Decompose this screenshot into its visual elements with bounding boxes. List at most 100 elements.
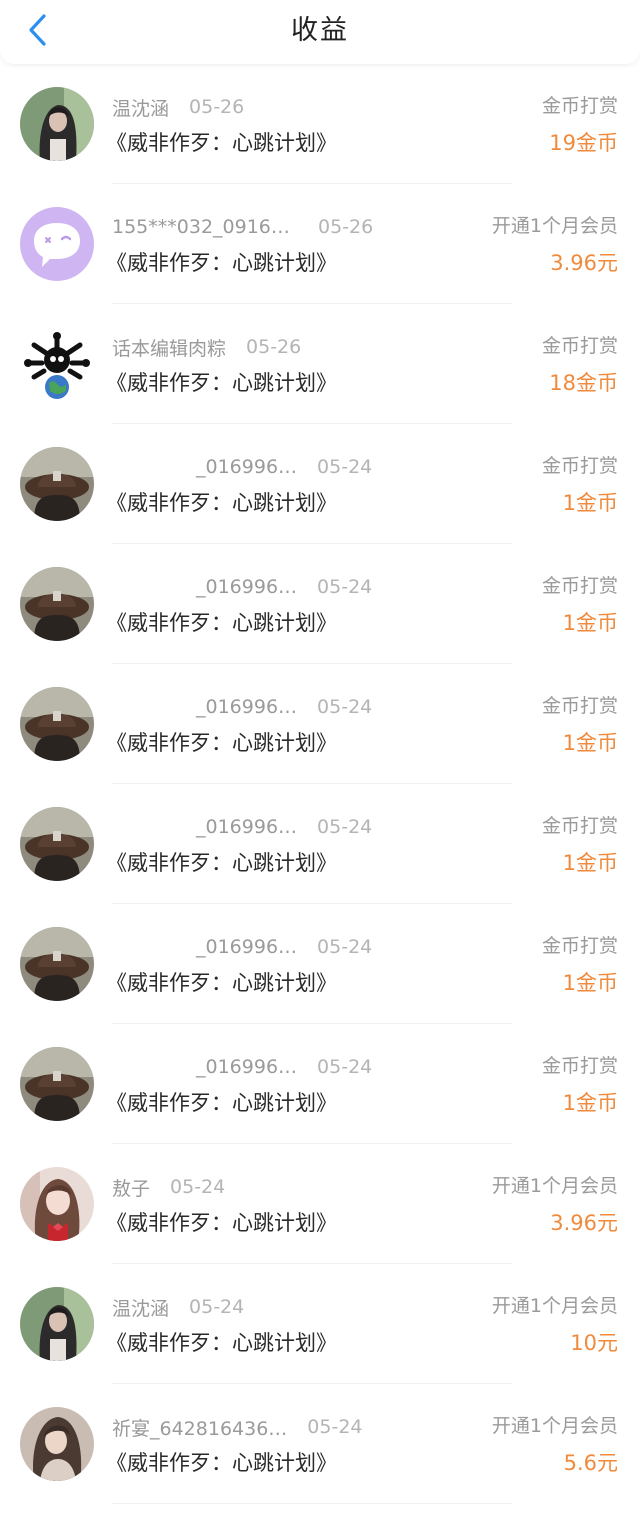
brown-hat-avatar-icon — [20, 447, 94, 521]
income-amount: 1金币 — [562, 731, 618, 755]
user-name[interactable]: 温沈涵 — [112, 1294, 169, 1321]
user-name[interactable]: _016996… — [112, 936, 297, 958]
record-date: 05-24 — [317, 696, 373, 718]
record-date: 05-24 — [317, 456, 373, 478]
spiky-creature-globe-avatar-icon — [20, 327, 94, 401]
income-type: 金币打赏 — [541, 935, 618, 957]
book-title: 《威非作歹：心跳计划》 — [106, 1091, 337, 1115]
record-meta: _016996… 05-24 — [112, 933, 372, 961]
record-meta: 敖子 05-24 — [112, 1173, 225, 1201]
income-type: 金币打赏 — [541, 95, 618, 117]
income-amount: 1金币 — [562, 1091, 618, 1115]
top-nav-bar: 收益 — [0, 0, 640, 64]
user-name[interactable]: 敖子 — [112, 1174, 150, 1201]
user-name[interactable]: _016996… — [112, 816, 297, 838]
book-title: 《威非作歹：心跳计划》 — [106, 1451, 337, 1475]
avatar[interactable] — [20, 87, 94, 161]
chat-bubble-avatar-icon — [20, 207, 94, 281]
user-name[interactable]: _016996… — [112, 696, 297, 718]
avatar[interactable] — [20, 447, 94, 521]
avatar[interactable] — [20, 1407, 94, 1481]
user-name[interactable]: 祈宴_642816436… — [112, 1414, 287, 1441]
record-meta: _016996… 05-24 — [112, 1053, 372, 1081]
earnings-record[interactable]: 温沈涵 05-26 《威非作歹：心跳计划》 金币打赏 19金币 — [0, 64, 640, 184]
income-type: 金币打赏 — [541, 815, 618, 837]
girl-pink-bow-avatar-icon — [20, 1167, 94, 1241]
earnings-record[interactable]: 祈宴_642816436… 05-24 《威非作歹：心跳计划》 开通1个月会员 … — [0, 1384, 640, 1504]
record-meta: 155***032_09166… 05-26 — [112, 213, 373, 241]
book-title: 《威非作歹：心跳计划》 — [106, 131, 337, 155]
earnings-record[interactable]: 敖子 05-24 《威非作歹：心跳计划》 开通1个月会员 3.96元 — [0, 1144, 640, 1264]
earnings-record[interactable]: _016996… 05-24 《威非作歹：心跳计划》 金币打赏 1金币 — [0, 664, 640, 784]
avatar[interactable] — [20, 927, 94, 1001]
book-title: 《威非作歹：心跳计划》 — [106, 1211, 337, 1235]
income-amount: 1金币 — [562, 851, 618, 875]
girl-dark-hair-avatar-icon — [20, 1287, 94, 1361]
user-name[interactable]: 话本编辑肉粽 — [112, 334, 226, 361]
record-date: 05-26 — [246, 336, 302, 358]
record-meta: 话本编辑肉粽 05-26 — [112, 333, 301, 361]
earnings-record[interactable]: 话本编辑肉粽 05-26 《威非作歹：心跳计划》 金币打赏 18金币 — [0, 304, 640, 424]
record-meta: 祈宴_642816436… 05-24 — [112, 1413, 363, 1441]
earnings-list: 温沈涵 05-26 《威非作歹：心跳计划》 金币打赏 19金币 155***03… — [0, 64, 640, 1504]
user-name[interactable]: 155***032_09166… — [112, 216, 298, 238]
avatar[interactable] — [20, 807, 94, 881]
earnings-record[interactable]: _016996… 05-24 《威非作歹：心跳计划》 金币打赏 1金币 — [0, 904, 640, 1024]
book-title: 《威非作歹：心跳计划》 — [106, 371, 337, 395]
girl-long-hair-avatar-icon — [20, 1407, 94, 1481]
income-amount: 3.96元 — [550, 1211, 618, 1235]
book-title: 《威非作歹：心跳计划》 — [106, 1331, 337, 1355]
avatar[interactable] — [20, 567, 94, 641]
income-type: 金币打赏 — [541, 695, 618, 717]
avatar[interactable] — [20, 1167, 94, 1241]
avatar[interactable] — [20, 1287, 94, 1361]
brown-hat-avatar-icon — [20, 687, 94, 761]
user-name[interactable]: _016996… — [112, 1056, 297, 1078]
record-date: 05-24 — [317, 1056, 373, 1078]
book-title: 《威非作歹：心跳计划》 — [106, 971, 337, 995]
record-meta: 温沈涵 05-24 — [112, 1293, 244, 1321]
user-name[interactable]: _016996… — [112, 456, 297, 478]
earnings-record[interactable]: _016996… 05-24 《威非作歹：心跳计划》 金币打赏 1金币 — [0, 1024, 640, 1144]
book-title: 《威非作歹：心跳计划》 — [106, 851, 337, 875]
record-meta: _016996… 05-24 — [112, 573, 372, 601]
record-date: 05-24 — [189, 1296, 245, 1318]
record-date: 05-26 — [318, 216, 374, 238]
income-type: 金币打赏 — [541, 575, 618, 597]
income-type: 开通1个月会员 — [491, 1415, 618, 1437]
book-title: 《威非作歹：心跳计划》 — [106, 491, 337, 515]
income-amount: 1金币 — [562, 491, 618, 515]
user-name[interactable]: _016996… — [112, 576, 297, 598]
brown-hat-avatar-icon — [20, 927, 94, 1001]
user-name[interactable]: 温沈涵 — [112, 94, 169, 121]
avatar[interactable] — [20, 327, 94, 401]
record-date: 05-24 — [317, 576, 373, 598]
income-amount: 5.6元 — [563, 1451, 618, 1475]
earnings-record[interactable]: 温沈涵 05-24 《威非作歹：心跳计划》 开通1个月会员 10元 — [0, 1264, 640, 1384]
earnings-record[interactable]: _016996… 05-24 《威非作歹：心跳计划》 金币打赏 1金币 — [0, 424, 640, 544]
page-title: 收益 — [291, 15, 349, 46]
income-amount: 10元 — [570, 1331, 618, 1355]
record-meta: _016996… 05-24 — [112, 813, 372, 841]
record-date: 05-24 — [307, 1416, 363, 1438]
book-title: 《威非作歹：心跳计划》 — [106, 251, 337, 275]
avatar[interactable] — [20, 687, 94, 761]
earnings-record[interactable]: _016996… 05-24 《威非作歹：心跳计划》 金币打赏 1金币 — [0, 544, 640, 664]
record-date: 05-24 — [317, 936, 373, 958]
record-date: 05-26 — [189, 96, 245, 118]
earnings-record[interactable]: _016996… 05-24 《威非作歹：心跳计划》 金币打赏 1金币 — [0, 784, 640, 904]
record-date: 05-24 — [317, 816, 373, 838]
avatar[interactable] — [20, 1047, 94, 1121]
girl-dark-hair-avatar-icon — [20, 87, 94, 161]
book-title: 《威非作歹：心跳计划》 — [106, 731, 337, 755]
income-amount: 18金币 — [549, 371, 618, 395]
income-type: 金币打赏 — [541, 335, 618, 357]
income-type: 金币打赏 — [541, 1055, 618, 1077]
income-amount: 1金币 — [562, 611, 618, 635]
earnings-record[interactable]: 155***032_09166… 05-26 《威非作歹：心跳计划》 开通1个月… — [0, 184, 640, 304]
income-amount: 3.96元 — [550, 251, 618, 275]
book-title: 《威非作歹：心跳计划》 — [106, 611, 337, 635]
avatar[interactable] — [20, 207, 94, 281]
record-meta: _016996… 05-24 — [112, 693, 372, 721]
record-meta: _016996… 05-24 — [112, 453, 372, 481]
